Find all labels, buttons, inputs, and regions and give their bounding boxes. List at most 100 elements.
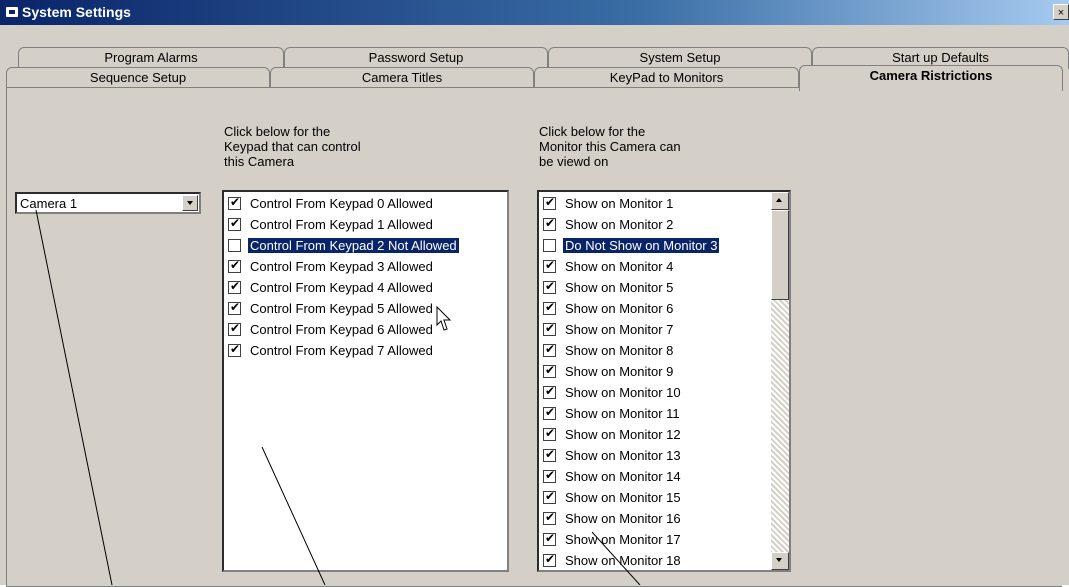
- checkbox[interactable]: [228, 195, 241, 210]
- list-item-label: Show on Monitor 7: [565, 322, 674, 337]
- list-item-label: Show on Monitor 15: [565, 490, 681, 505]
- list-item-label: Control From Keypad 3 Allowed: [250, 259, 433, 274]
- keypad_section-items: Control From Keypad 0 Allowed Control Fro…: [224, 193, 507, 361]
- list-item[interactable]: Show on Monitor 8: [539, 340, 789, 361]
- list-item-label: Control From Keypad 1 Allowed: [250, 217, 433, 232]
- checkbox[interactable]: [543, 531, 556, 546]
- list-item[interactable]: Control From Keypad 1 Allowed: [224, 214, 507, 235]
- list-item[interactable]: Show on Monitor 16: [539, 508, 789, 529]
- list-item[interactable]: Show on Monitor 7: [539, 319, 789, 340]
- tab-program-alarms[interactable]: Program Alarms: [18, 47, 284, 69]
- list-item[interactable]: Show on Monitor 17: [539, 529, 789, 550]
- list-item[interactable]: Show on Monitor 18: [539, 550, 789, 570]
- checkbox[interactable]: [543, 363, 556, 378]
- list-item-label: Show on Monitor 17: [565, 532, 681, 547]
- list-item-label: Show on Monitor 14: [565, 469, 681, 484]
- camera-select-value: Camera 1: [20, 196, 78, 211]
- list-item[interactable]: Show on Monitor 9: [539, 361, 789, 382]
- checkbox[interactable]: [543, 552, 556, 567]
- tab-sequence-setup[interactable]: Sequence Setup: [6, 67, 270, 89]
- close-icon[interactable]: ×: [1053, 4, 1069, 20]
- checkbox[interactable]: [228, 216, 241, 231]
- monitor-checklist[interactable]: Show on Monitor 1 Show on Monitor 2 Do Not…: [537, 190, 791, 572]
- list-item-label: Control From Keypad 4 Allowed: [250, 280, 433, 295]
- list-item-label: Control From Keypad 0 Allowed: [250, 196, 433, 211]
- checkbox[interactable]: [228, 342, 241, 357]
- keypad-section-label: Click below for the Keypad that can cont…: [224, 124, 361, 169]
- list-item[interactable]: Control From Keypad 5 Allowed: [224, 298, 507, 319]
- checkbox[interactable]: [228, 239, 241, 252]
- checkbox[interactable]: [543, 447, 556, 462]
- checkbox[interactable]: [543, 216, 556, 231]
- arrow-down-icon[interactable]: [771, 552, 789, 570]
- checkbox[interactable]: [543, 426, 556, 441]
- checkbox[interactable]: [228, 258, 241, 273]
- list-item-label: Show on Monitor 2: [565, 217, 674, 232]
- checkbox[interactable]: [543, 195, 556, 210]
- list-item[interactable]: Control From Keypad 7 Allowed: [224, 340, 507, 361]
- list-item[interactable]: Show on Monitor 10: [539, 382, 789, 403]
- list-item[interactable]: Show on Monitor 12: [539, 424, 789, 445]
- checkbox[interactable]: [543, 321, 556, 336]
- tab-password-setup[interactable]: Password Setup: [284, 47, 548, 69]
- list-item[interactable]: Control From Keypad 3 Allowed: [224, 256, 507, 277]
- checkbox[interactable]: [543, 239, 556, 252]
- list-item[interactable]: Show on Monitor 13: [539, 445, 789, 466]
- checkbox[interactable]: [543, 279, 556, 294]
- list-item-label: Show on Monitor 9: [565, 364, 674, 379]
- list-item[interactable]: Show on Monitor 15: [539, 487, 789, 508]
- list-item[interactable]: Control From Keypad 6 Allowed: [224, 319, 507, 340]
- checkbox[interactable]: [543, 300, 556, 315]
- list-item-label: Show on Monitor 12: [565, 427, 681, 442]
- checkbox[interactable]: [543, 468, 556, 483]
- keypad-checklist[interactable]: Control From Keypad 0 Allowed Control Fro…: [222, 190, 509, 572]
- list-item-label: Show on Monitor 10: [565, 385, 681, 400]
- vertical-scrollbar[interactable]: [771, 192, 789, 570]
- checkbox[interactable]: [543, 510, 556, 525]
- list-item[interactable]: Show on Monitor 14: [539, 466, 789, 487]
- checkbox[interactable]: [543, 384, 556, 399]
- list-item[interactable]: Show on Monitor 4: [539, 256, 789, 277]
- list-item-label: Show on Monitor 11: [565, 406, 680, 421]
- list-item-label: Control From Keypad 6 Allowed: [250, 322, 433, 337]
- scrollbar-thumb[interactable]: [771, 210, 789, 300]
- monitor_section-items: Show on Monitor 1 Show on Monitor 2 Do Not…: [539, 193, 789, 570]
- list-item-label: Do Not Show on Monitor 3: [563, 238, 720, 253]
- monitor-section-label: Click below for the Monitor this Camera …: [539, 124, 681, 169]
- list-item-label: Show on Monitor 6: [565, 301, 674, 316]
- list-item[interactable]: Show on Monitor 2: [539, 214, 789, 235]
- list-item[interactable]: Control From Keypad 4 Allowed: [224, 277, 507, 298]
- title-bar: System Settings ×: [0, 0, 1069, 25]
- chevron-down-icon[interactable]: [182, 195, 198, 211]
- list-item[interactable]: Show on Monitor 11: [539, 403, 789, 424]
- tab-camera-titles[interactable]: Camera Titles: [270, 67, 534, 89]
- tab-keypad-to-monitors[interactable]: KeyPad to Monitors: [534, 67, 799, 89]
- list-item[interactable]: Show on Monitor 5: [539, 277, 789, 298]
- list-item[interactable]: Control From Keypad 0 Allowed: [224, 193, 507, 214]
- checkbox[interactable]: [543, 342, 556, 357]
- list-item-label: Control From Keypad 2 Not Allowed: [248, 238, 459, 253]
- list-item-label: Show on Monitor 16: [565, 511, 681, 526]
- tab-camera-ristrictions[interactable]: Camera Ristrictions: [799, 65, 1063, 91]
- list-item[interactable]: Show on Monitor 1: [539, 193, 789, 214]
- arrow-up-icon[interactable]: [771, 192, 789, 210]
- checkbox[interactable]: [228, 279, 241, 294]
- checkbox[interactable]: [228, 300, 241, 315]
- tab-panel: [6, 87, 1062, 587]
- window-icon: [6, 7, 18, 17]
- checkbox[interactable]: [543, 405, 556, 420]
- window-title: System Settings: [22, 4, 131, 20]
- list-item-label: Control From Keypad 5 Allowed: [250, 301, 433, 316]
- list-item-label: Control From Keypad 7 Allowed: [250, 343, 433, 358]
- list-item[interactable]: Do Not Show on Monitor 3: [539, 235, 789, 256]
- list-item-label: Show on Monitor 18: [565, 553, 681, 568]
- checkbox[interactable]: [543, 489, 556, 504]
- list-item-label: Show on Monitor 4: [565, 259, 674, 274]
- list-item[interactable]: Show on Monitor 6: [539, 298, 789, 319]
- camera-select[interactable]: Camera 1: [15, 192, 201, 214]
- checkbox[interactable]: [543, 258, 556, 273]
- checkbox[interactable]: [228, 321, 241, 336]
- list-item-label: Show on Monitor 13: [565, 448, 681, 463]
- list-item[interactable]: Control From Keypad 2 Not Allowed: [224, 235, 507, 256]
- tab-system-setup[interactable]: System Setup: [548, 47, 812, 69]
